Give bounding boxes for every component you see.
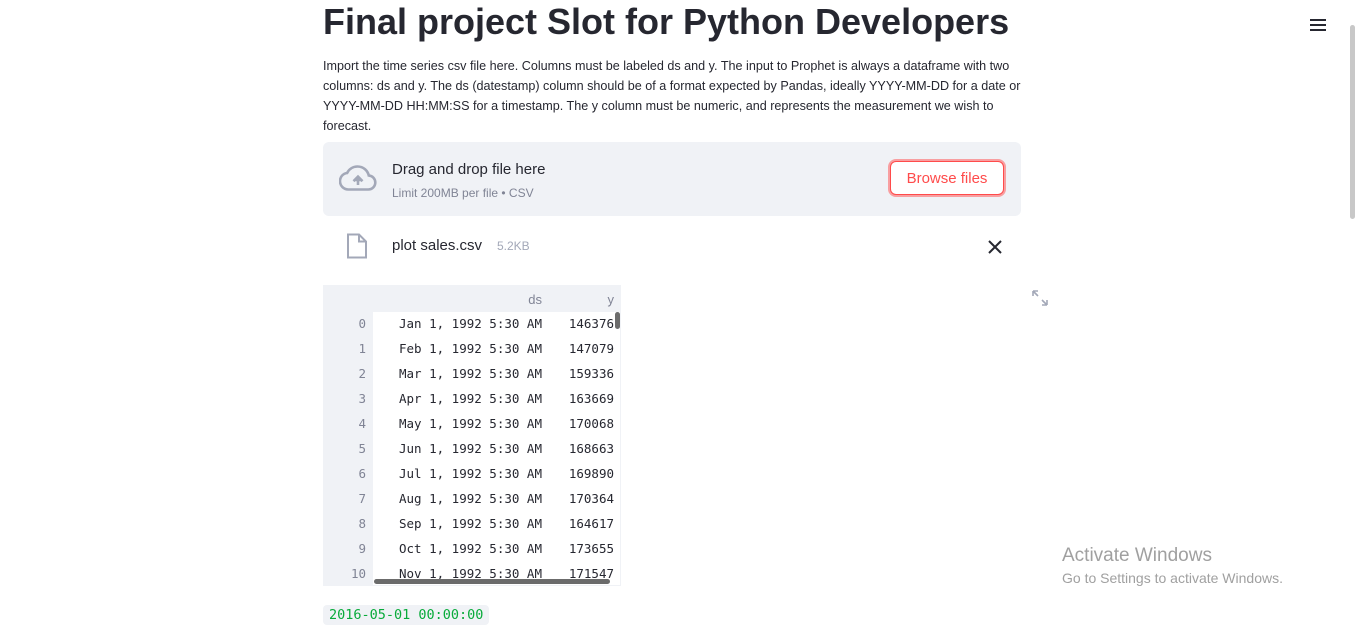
cell-ds[interactable]: Jun 1, 1992 5:30 AM xyxy=(374,441,542,456)
cell-y[interactable]: 159336 xyxy=(546,366,614,381)
dataframe-header xyxy=(324,286,620,312)
cell-y[interactable]: 147079 xyxy=(546,341,614,356)
table-row: 6 Jul 1, 1992 5:30 AM 169890 xyxy=(324,462,620,487)
fullscreen-expand-icon[interactable] xyxy=(1032,290,1048,306)
cell-ds[interactable]: Jul 1, 1992 5:30 AM xyxy=(374,466,542,481)
cell-y[interactable]: 169890 xyxy=(546,466,614,481)
file-icon xyxy=(347,233,367,259)
cell-ds[interactable]: Feb 1, 1992 5:30 AM xyxy=(374,341,542,356)
cell-y[interactable]: 163669 xyxy=(546,391,614,406)
uploaded-file-name: plot sales.csv xyxy=(392,237,483,254)
row-index: 4 xyxy=(358,416,366,431)
column-header-y[interactable]: y xyxy=(594,292,615,307)
row-index: 7 xyxy=(358,491,366,506)
dataframe-vertical-scrollbar[interactable] xyxy=(615,312,620,329)
table-row: 3 Apr 1, 1992 5:30 AM 163669 xyxy=(324,387,620,412)
row-index: 8 xyxy=(358,516,366,531)
close-icon[interactable] xyxy=(986,238,1004,256)
table-row: 8 Sep 1, 1992 5:30 AM 164617 xyxy=(324,512,620,537)
row-index: 9 xyxy=(358,541,366,556)
row-index: 3 xyxy=(358,391,366,406)
cell-ds[interactable]: Oct 1, 1992 5:30 AM xyxy=(374,541,542,556)
file-dropzone[interactable]: Drag and drop file here Limit 200MB per … xyxy=(323,142,1021,216)
cell-ds[interactable]: Aug 1, 1992 5:30 AM xyxy=(374,491,542,506)
cell-ds[interactable]: Apr 1, 1992 5:30 AM xyxy=(374,391,542,406)
table-row: 1 Feb 1, 1992 5:30 AM 147079 xyxy=(324,337,620,362)
uploaded-file-row: plot sales.csv 5.2KB xyxy=(323,228,1021,266)
page-scrollbar[interactable] xyxy=(1350,25,1355,219)
cell-y[interactable]: 170068 xyxy=(546,416,614,431)
row-index: 0 xyxy=(358,316,366,331)
cell-y[interactable]: 173655 xyxy=(546,541,614,556)
dropzone-limit: Limit 200MB per file • CSV xyxy=(392,186,534,200)
cell-ds[interactable]: May 1, 1992 5:30 AM xyxy=(374,416,542,431)
row-index: 6 xyxy=(358,466,366,481)
row-index: 2 xyxy=(358,366,366,381)
table-row: 0 Jan 1, 1992 5:30 AM 146376 xyxy=(324,312,620,337)
hamburger-menu-icon[interactable] xyxy=(1310,19,1326,35)
cell-y[interactable]: 164617 xyxy=(546,516,614,531)
cell-ds[interactable]: Sep 1, 1992 5:30 AM xyxy=(374,516,542,531)
browse-files-button[interactable]: Browse files xyxy=(890,161,1004,195)
result-output: 2016-05-01 00:00:00 xyxy=(323,605,490,625)
table-row: 4 May 1, 1992 5:30 AM 170068 xyxy=(324,412,620,437)
table-row: 2 Mar 1, 1992 5:30 AM 159336 xyxy=(324,362,620,387)
uploaded-file-size: 5.2KB xyxy=(497,239,530,253)
windows-activation-subtitle: Go to Settings to activate Windows. xyxy=(1062,570,1283,586)
dataframe-table[interactable]: ds y 0 Jan 1, 1992 5:30 AM 146376 1 Feb … xyxy=(323,285,621,586)
dataframe-horizontal-scrollbar[interactable] xyxy=(374,579,610,584)
cell-y[interactable]: 168663 xyxy=(546,441,614,456)
row-index: 1 xyxy=(358,341,366,356)
cell-ds[interactable]: Jan 1, 1992 5:30 AM xyxy=(374,316,542,331)
windows-activation-title: Activate Windows xyxy=(1062,545,1212,566)
dropzone-title: Drag and drop file here xyxy=(392,161,546,178)
cell-y[interactable]: 146376 xyxy=(546,316,614,331)
column-header-ds[interactable]: ds xyxy=(512,292,542,307)
row-index: 10 xyxy=(350,566,366,581)
page-title: Final project Slot for Python Developers xyxy=(323,1,1010,42)
table-row: 9 Oct 1, 1992 5:30 AM 173655 xyxy=(324,537,620,562)
cell-ds[interactable]: Mar 1, 1992 5:30 AM xyxy=(374,366,542,381)
cell-y[interactable]: 170364 xyxy=(546,491,614,506)
cloud-upload-icon xyxy=(339,165,377,191)
page-description: Import the time series csv file here. Co… xyxy=(323,59,1021,133)
row-index: 5 xyxy=(358,441,366,456)
table-row: 7 Aug 1, 1992 5:30 AM 170364 xyxy=(324,487,620,512)
table-row: 5 Jun 1, 1992 5:30 AM 168663 xyxy=(324,437,620,462)
